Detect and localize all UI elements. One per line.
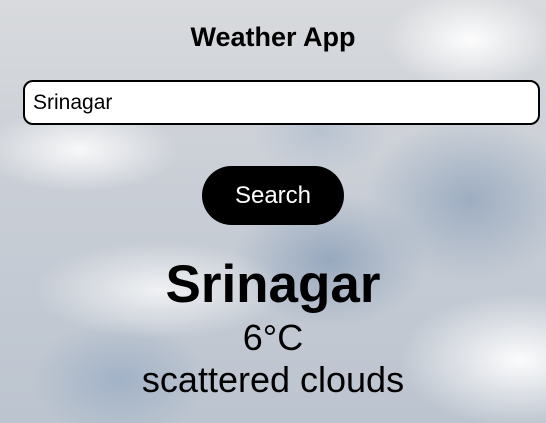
temperature: 6°C (242, 317, 304, 358)
city-search-input[interactable] (23, 80, 540, 125)
app-title: Weather App (190, 22, 356, 52)
search-button[interactable]: Search (202, 166, 344, 225)
city-name: Srinagar (165, 255, 381, 314)
weather-description: scattered clouds (141, 359, 405, 400)
weather-app: Weather App Search Srinagar 6°C scattere… (0, 0, 546, 423)
